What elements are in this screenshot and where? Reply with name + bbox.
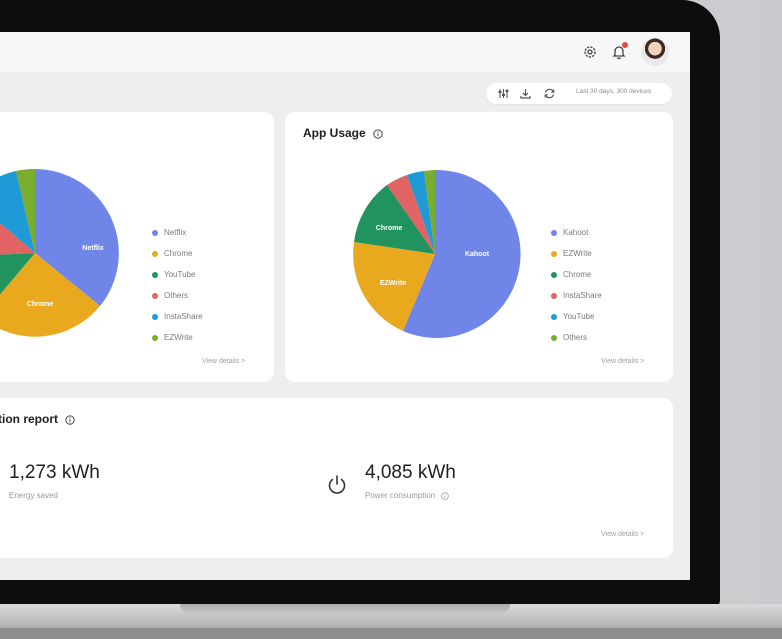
download-icon[interactable] [519, 87, 532, 100]
energy-report-title: tion report [0, 412, 58, 426]
laptop-base-edge [0, 628, 782, 639]
laptop-notch [180, 604, 510, 614]
legend-dot [551, 251, 557, 257]
legend-dot [152, 335, 158, 341]
pie-label-chrome: Chrome [27, 301, 54, 308]
card-title: App Usage [303, 126, 383, 140]
pie-label-chrome: Chrome [376, 225, 403, 232]
avatar[interactable] [641, 38, 669, 66]
power-icon [328, 475, 346, 494]
view-details-link[interactable]: View details > [601, 531, 644, 538]
energy-saved-value: 1,273 kWh [9, 462, 100, 483]
legend-dot [551, 272, 557, 278]
left-pie-card: Netflix Chrome rs Netflix Chrome YouTube… [0, 112, 274, 382]
legend-label: YouTube [563, 312, 595, 321]
legend-label: Others [563, 333, 588, 342]
legend-label: Chrome [164, 249, 193, 258]
legend-dot [551, 314, 557, 320]
legend-label: Netflix [164, 228, 187, 237]
pie-label-netflix: Netflix [82, 245, 104, 252]
dashboard-screen: Last 30 days, 300 devices Netflix Chrome… [0, 32, 690, 580]
power-consumption-value: 4,085 kWh [365, 462, 456, 483]
filter-bar: Last 30 days, 300 devices [486, 83, 672, 104]
energy-report-card: tion report 1,273 kWh Energy saved 4,085… [0, 398, 673, 558]
legend-label: EZWrite [164, 333, 193, 342]
legend-dot [551, 293, 557, 299]
view-details-link[interactable]: View details > [202, 358, 245, 365]
legend-label: EZWrite [563, 249, 592, 258]
legend-label: InstaShare [164, 312, 203, 321]
legend-dot [152, 314, 158, 320]
info-icon[interactable] [440, 492, 449, 500]
legend-label: Others [164, 291, 189, 300]
info-icon[interactable] [373, 129, 383, 139]
legend-dot [152, 230, 158, 236]
legend-dot [551, 335, 557, 341]
legend-dot [152, 272, 158, 278]
app-usage-card: App Usage Kahoot EZWrite Chrome Kahoot E… [285, 112, 673, 382]
notification-dot [622, 42, 628, 48]
legend-label: InstaShare [563, 291, 602, 300]
info-icon[interactable] [65, 415, 75, 425]
card-title: tion report [0, 412, 75, 426]
legend-dot [551, 230, 557, 236]
view-details-link[interactable]: View details > [601, 358, 644, 365]
refresh-icon[interactable] [543, 87, 556, 100]
pie-label-ezwrite: EZWrite [380, 280, 406, 287]
app-usage-pie-chart: Kahoot EZWrite Chrome [353, 169, 521, 338]
pie-label-kahoot: Kahoot [465, 251, 490, 258]
range-text[interactable]: Last 30 days, 300 devices [576, 88, 651, 95]
app-usage-title: App Usage [303, 126, 366, 140]
legend-label: Kahoot [563, 228, 589, 237]
legend-label: YouTube [164, 270, 196, 279]
gear-icon[interactable] [582, 44, 598, 60]
top-bar [0, 32, 690, 72]
energy-saved-label: Energy saved [9, 491, 58, 500]
legend-dot [152, 293, 158, 299]
left-pie-chart: Netflix Chrome rs [0, 168, 119, 337]
power-consumption-text: Power consumption [365, 491, 436, 500]
power-consumption-label: Power consumption [365, 491, 449, 500]
legend-dot [152, 251, 158, 257]
legend-label: Chrome [563, 270, 592, 279]
sliders-icon[interactable] [497, 87, 510, 100]
